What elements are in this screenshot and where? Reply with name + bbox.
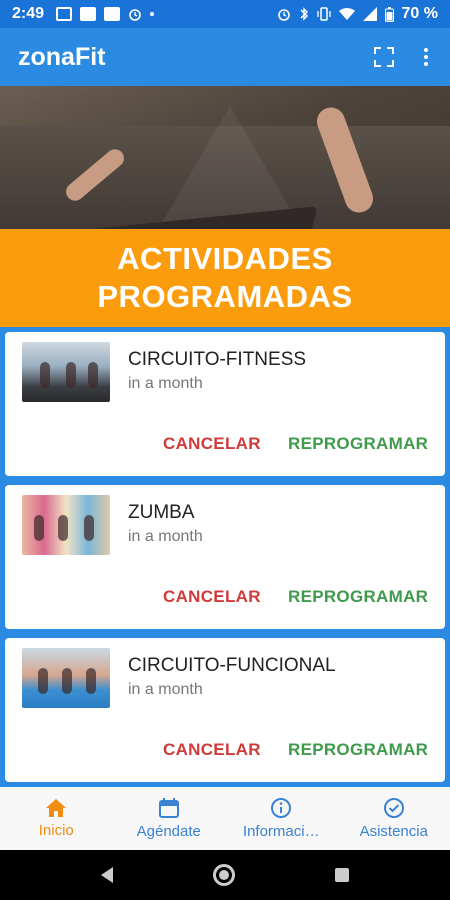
- activity-list: CIRCUITO-FITNESS in a month CANCELAR REP…: [0, 327, 450, 787]
- nav-item-agendate[interactable]: Agéndate: [113, 787, 226, 850]
- section-title-line2: PROGRAMADAS: [97, 279, 353, 314]
- app-title: zonaFit: [18, 42, 106, 71]
- check-circle-icon: [383, 798, 404, 818]
- activity-card: CIRCUITO-FUNCIONAL in a month CANCELAR R…: [5, 638, 445, 782]
- section-title-line1: ACTIVIDADES: [117, 241, 333, 276]
- section-title: ACTIVIDADES PROGRAMADAS: [0, 229, 450, 327]
- home-icon: [46, 799, 67, 817]
- nav-label: Informaci…: [242, 823, 320, 840]
- alarm-icon: [129, 9, 141, 21]
- more-vert-icon[interactable]: [424, 48, 432, 66]
- activity-name: ZUMBA: [128, 502, 195, 523]
- activity-time: in a month: [128, 375, 203, 392]
- system-icons: 70 %: [277, 5, 438, 23]
- status-time: 2:49: [12, 5, 45, 22]
- nav-label: Inicio: [38, 822, 74, 839]
- cancel-button[interactable]: CANCELAR: [163, 587, 261, 607]
- square-icon: [80, 7, 97, 21]
- activity-thumbnail: [22, 342, 110, 402]
- bottom-nav: Inicio Agéndate Informaci… Asistencia: [0, 787, 450, 850]
- activity-name: CIRCUITO-FITNESS: [128, 349, 307, 370]
- dot-icon: [150, 12, 155, 16]
- hero-banner-image: [0, 86, 450, 229]
- status-bar: 2:49 70 %: [0, 0, 450, 28]
- activity-card: ZUMBA in a month CANCELAR REPROGRAMAR: [5, 485, 445, 629]
- app-bar: zonaFit: [0, 28, 450, 86]
- message-icon: [56, 7, 73, 21]
- activity-name: CIRCUITO-FUNCIONAL: [128, 655, 336, 676]
- square-icon: [104, 7, 121, 21]
- system-nav-bar: [0, 850, 450, 900]
- reschedule-button[interactable]: REPROGRAMAR: [288, 587, 428, 607]
- bluetooth-icon: [300, 7, 308, 21]
- info-icon: [271, 798, 292, 818]
- activity-time: in a month: [128, 528, 203, 545]
- nav-item-inicio[interactable]: Inicio: [0, 787, 113, 850]
- signal-icon: [362, 7, 377, 21]
- cancel-button[interactable]: CANCELAR: [163, 434, 261, 454]
- nav-item-informacion[interactable]: Informaci…: [225, 787, 338, 850]
- activity-thumbnail: [22, 648, 110, 708]
- notification-icons: [56, 7, 155, 21]
- nav-item-asistencia[interactable]: Asistencia: [338, 787, 450, 850]
- alarm-icon: [277, 9, 290, 21]
- reschedule-button[interactable]: REPROGRAMAR: [288, 740, 428, 760]
- recents-icon[interactable]: [335, 868, 349, 882]
- reschedule-button[interactable]: REPROGRAMAR: [288, 434, 428, 454]
- vibrate-icon: [316, 7, 331, 21]
- home-button-icon[interactable]: [213, 864, 235, 886]
- battery-icon: [384, 6, 394, 22]
- nav-label: Agéndate: [136, 823, 201, 840]
- wifi-icon: [338, 7, 355, 21]
- activity-time: in a month: [128, 681, 203, 698]
- cancel-button[interactable]: CANCELAR: [163, 740, 261, 760]
- calendar-icon: [158, 798, 179, 818]
- activity-card: CIRCUITO-FITNESS in a month CANCELAR REP…: [5, 332, 445, 476]
- battery-level: 70 %: [401, 5, 438, 22]
- app-actions: [374, 47, 432, 67]
- activity-thumbnail: [22, 495, 110, 555]
- nav-label: Asistencia: [359, 823, 428, 840]
- back-icon[interactable]: [101, 867, 113, 883]
- fullscreen-icon[interactable]: [374, 47, 394, 67]
